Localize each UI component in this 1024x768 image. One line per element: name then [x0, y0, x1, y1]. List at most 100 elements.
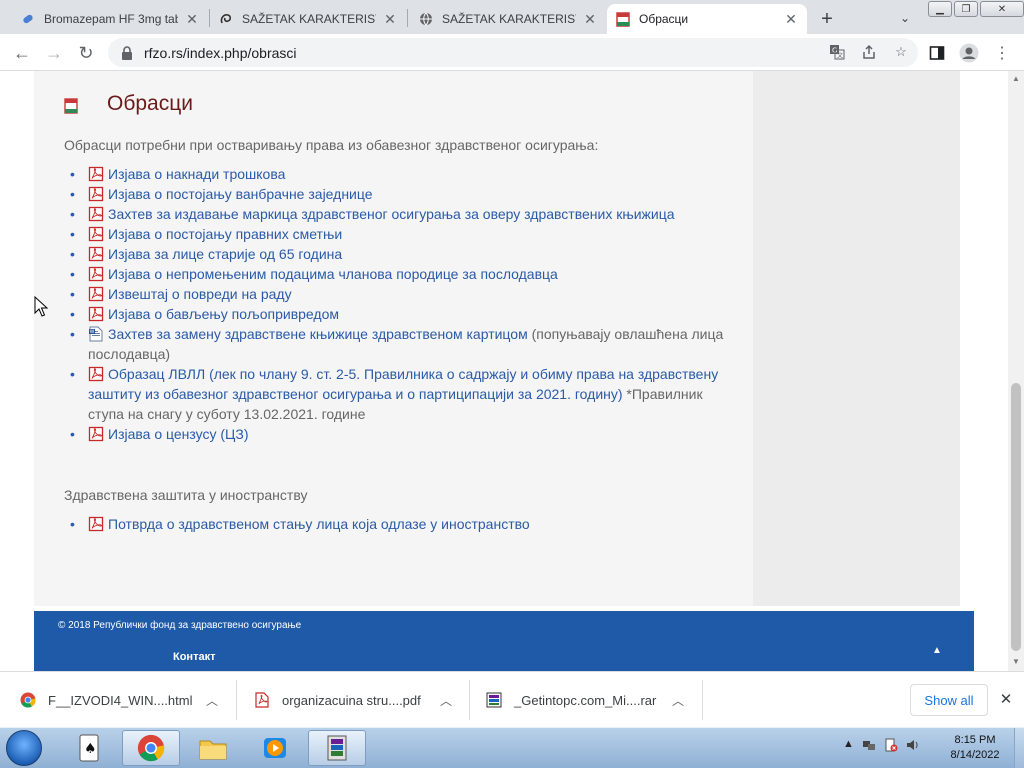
abroad-heading: Здравствена заштита у иностранству	[64, 487, 308, 503]
rar-icon	[486, 692, 502, 708]
form-link[interactable]: Извештај о повреди на раду	[108, 286, 292, 302]
close-icon[interactable]: ✕	[783, 11, 799, 27]
form-list-item: Изјава о цензусу (ЦЗ)	[70, 424, 730, 444]
form-list-item: Изјава о постојању ванбрачне заједнице	[70, 184, 730, 204]
restore-button[interactable]: ❐	[954, 1, 978, 17]
close-icon[interactable]: ✕	[382, 11, 398, 27]
profile-avatar-icon[interactable]	[958, 42, 980, 64]
forms-list: Изјава о накнади трошкова Изјава о постој…	[70, 164, 730, 444]
menu-kebab-icon[interactable]: ⋮	[991, 42, 1013, 64]
reload-button[interactable]: ↻	[73, 40, 99, 66]
scroll-to-top-icon[interactable]: ▲	[930, 645, 944, 656]
page-scrollbar[interactable]: ▲ ▼	[1008, 71, 1024, 671]
form-link[interactable]: Потврда о здравственом стању лица која о…	[108, 516, 530, 532]
scrollbar-thumb[interactable]	[1011, 383, 1021, 651]
download-separator	[702, 680, 703, 720]
form-link[interactable]: Изјава за лице старије од 65 година	[108, 246, 342, 262]
chrome-icon	[20, 692, 36, 708]
chevron-up-icon[interactable]: ︿	[672, 692, 684, 709]
taskbar-solitaire[interactable]: ♠	[60, 730, 118, 766]
pdf-icon	[88, 226, 104, 242]
window-close-button[interactable]: ✕	[980, 1, 1024, 17]
start-button[interactable]	[6, 730, 42, 766]
download-shelf: F__IZVODI4_WIN....html ︿ organizacuina s…	[0, 671, 1024, 727]
taskbar-media[interactable]	[246, 730, 304, 766]
pdf-icon	[88, 516, 104, 532]
tab-sazetak-2[interactable]: SAŽETAK KARAKTERISTIK ✕	[410, 4, 606, 34]
download-item[interactable]: _Getintopc.com_Mi....rar ︿	[486, 680, 698, 720]
svg-text:文: 文	[837, 52, 843, 60]
close-icon[interactable]: ✕	[184, 11, 200, 27]
download-filename: _Getintopc.com_Mi....rar	[514, 692, 657, 708]
chevron-up-icon[interactable]: ︿	[440, 692, 452, 709]
pdf-icon	[88, 166, 104, 182]
form-link[interactable]: Изјава о бављењу пољопривредом	[108, 306, 339, 322]
address-bar[interactable]: rfzo.rs/index.php/obrasci G文 ☆	[108, 38, 918, 67]
intro-text: Обрасци потребни при остваривању права и…	[64, 137, 599, 153]
pill-icon	[20, 11, 36, 27]
download-item[interactable]: organizacuina stru....pdf ︿	[254, 680, 466, 720]
chevron-up-icon[interactable]: ︿	[206, 692, 218, 709]
form-list-item: Образац ЛВЛЛ (лек по члану 9. ст. 2-5. П…	[70, 364, 730, 424]
show-all-button[interactable]: Show all	[910, 684, 988, 716]
scroll-up-arrow-icon[interactable]: ▲	[1012, 74, 1020, 83]
show-desktop-button[interactable]	[1014, 728, 1024, 768]
pdf-icon	[88, 426, 104, 442]
form-link[interactable]: Захтев за замену здравствене књижице здр…	[108, 326, 528, 342]
form-link[interactable]: Изјава о постојању правних сметњи	[108, 226, 342, 242]
form-link[interactable]: Захтев за издавање маркица здравственог …	[108, 206, 675, 222]
clock-time: 8:15 PM	[954, 734, 996, 746]
side-panel-icon[interactable]	[926, 42, 948, 64]
download-separator	[236, 680, 237, 720]
tab-title: Bromazepam HF 3mg tab	[44, 12, 178, 26]
form-link[interactable]: Изјава о постојању ванбрачне заједнице	[108, 186, 373, 202]
rfzo-logo-icon	[64, 98, 78, 114]
taskbar-clock[interactable]: 8:15 PM 8/14/2022	[940, 733, 1010, 763]
download-separator	[469, 680, 470, 720]
url-text: rfzo.rs/index.php/obrasci	[144, 44, 297, 61]
media-player-icon	[264, 738, 286, 758]
taskbar-archive[interactable]	[308, 730, 366, 766]
forward-button[interactable]: →	[41, 40, 67, 66]
pdf-icon	[88, 366, 104, 382]
back-button[interactable]: ←	[9, 40, 35, 66]
bookmark-star-icon[interactable]: ☆	[892, 43, 910, 61]
form-link[interactable]: Изјава о цензусу (ЦЗ)	[108, 426, 249, 442]
system-tray: ▲	[843, 738, 920, 755]
folder-icon	[199, 740, 227, 760]
volume-icon[interactable]	[906, 738, 920, 755]
omnibox-actions: G文 ☆	[828, 43, 910, 61]
show-hidden-icons-icon[interactable]: ▲	[843, 738, 854, 755]
form-link[interactable]: Изјава о накнади трошкова	[108, 166, 285, 182]
scroll-down-arrow-icon[interactable]: ▼	[1012, 657, 1020, 666]
footer-contact-link[interactable]: Контакт	[173, 651, 215, 663]
minimize-button[interactable]: ▁	[928, 1, 952, 17]
tab-bromazepam[interactable]: Bromazepam HF 3mg tab ✕	[12, 4, 208, 34]
network-icon[interactable]	[862, 738, 876, 755]
taskbar-chrome[interactable]	[122, 730, 180, 766]
close-icon[interactable]: ✕	[582, 11, 598, 27]
tab-obrasci[interactable]: Обрасци ✕	[607, 4, 807, 34]
tab-title: SAŽETAK KARAKTERISTIK	[442, 12, 576, 26]
form-list-item: Изјава о постојању правних сметњи	[70, 224, 730, 244]
tab-title: SAŽETAK KARAKTERISTIK	[242, 12, 376, 26]
form-list-item: Захтев за издавање маркица здравственог …	[70, 204, 730, 224]
svg-text:W: W	[90, 329, 95, 335]
action-center-icon[interactable]	[884, 738, 898, 755]
translate-icon[interactable]: G文	[828, 43, 846, 61]
tab-sazetak-1[interactable]: SAŽETAK KARAKTERISTIK ✕	[210, 4, 406, 34]
lock-icon[interactable]	[120, 45, 134, 60]
new-tab-button[interactable]: +	[815, 7, 839, 31]
tab-search-button[interactable]: ⌄	[894, 8, 916, 28]
windows-taskbar: ♠ ▲ 8:15 PM 8/14/2022	[0, 727, 1024, 768]
form-link[interactable]: Изјава о непромењеним подацима чланова п…	[108, 266, 558, 282]
close-shelf-icon[interactable]: ✕	[997, 690, 1015, 708]
pdf-icon	[88, 206, 104, 222]
download-item[interactable]: F__IZVODI4_WIN....html ︿	[20, 680, 232, 720]
form-list-item: Изјава за лице старије од 65 година	[70, 244, 730, 264]
cards-icon: ♠	[79, 734, 99, 762]
share-icon[interactable]	[860, 43, 878, 61]
taskbar-explorer[interactable]	[184, 730, 242, 766]
form-list-item: W Захтев за замену здравствене књижице зд…	[70, 324, 730, 364]
download-filename: F__IZVODI4_WIN....html	[48, 692, 193, 708]
